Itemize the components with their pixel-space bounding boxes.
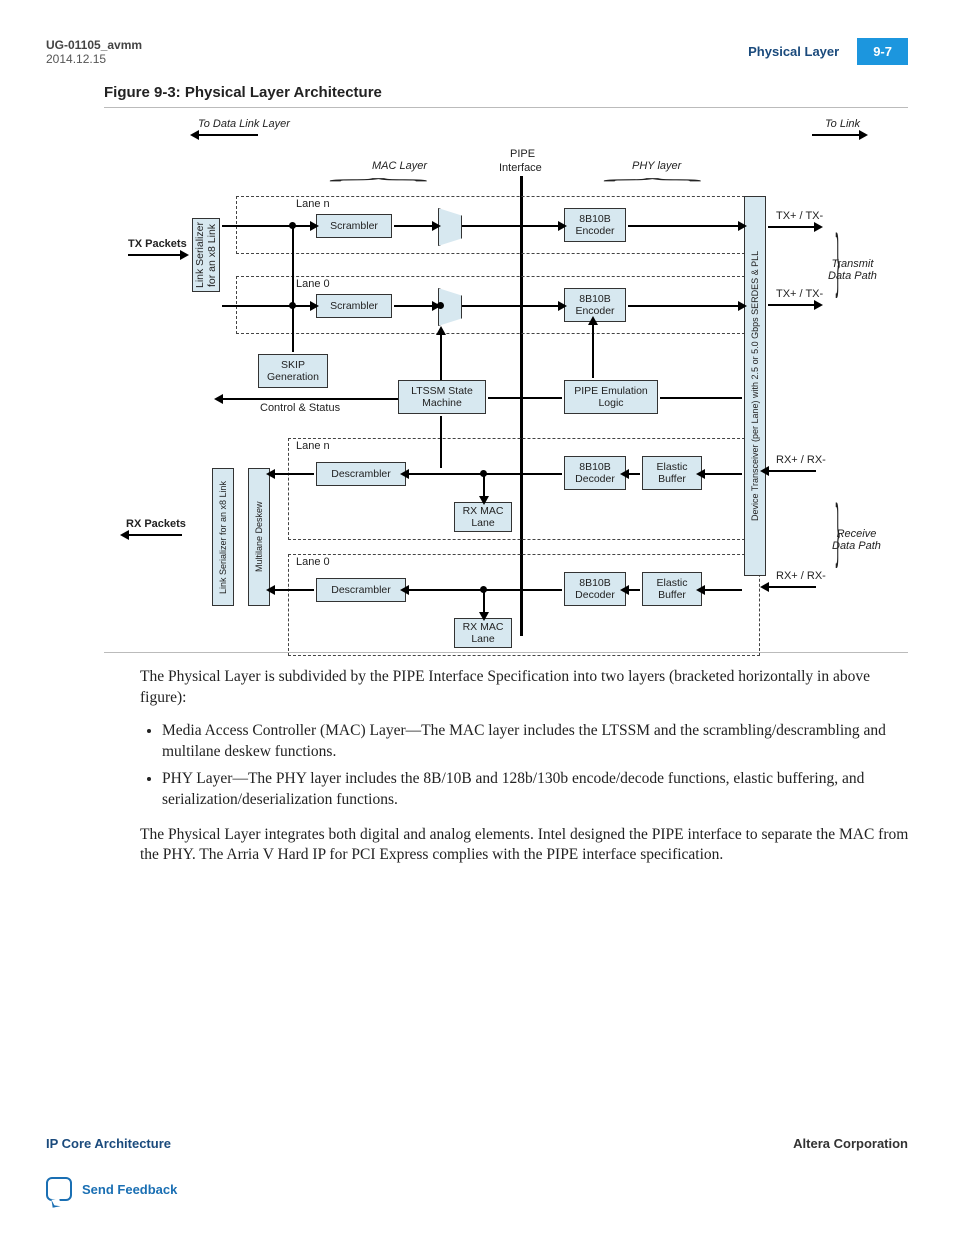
label-ctrl-status: Control & Status (260, 402, 340, 414)
box-pipe-emu: PIPE Emulation Logic (564, 380, 658, 414)
label-rx-packets: RX Packets (126, 518, 186, 530)
feedback-icon[interactable] (46, 1177, 72, 1201)
label-phy-layer: PHY layer (632, 160, 681, 172)
para-1: The Physical Layer is subdivided by the … (140, 667, 910, 709)
box-descrambler-n: Descrambler (316, 462, 406, 486)
bullet-2: PHY Layer—The PHY layer includes the 8B/… (162, 769, 910, 811)
label-rxp-0: RX+ / RX- (776, 570, 826, 582)
box-scrambler-0: Scrambler (316, 294, 392, 318)
send-feedback-link[interactable]: Send Feedback (82, 1182, 177, 1197)
label-txp-0: TX+ / TX- (776, 288, 823, 300)
label-to-dll: To Data Link Layer (198, 118, 290, 130)
box-8b10b-enc-n: 8B10B Encoder (564, 208, 626, 242)
label-pipe-if: Interface (499, 162, 542, 174)
label-mac-layer: MAC Layer (372, 160, 427, 172)
label-pipe: PIPE (510, 148, 535, 160)
brace-mac: ⏞ (328, 178, 429, 195)
box-skip-gen: SKIP Generation (258, 354, 328, 388)
label-lane-n-rx: Lane n (296, 440, 330, 452)
box-scrambler-n: Scrambler (316, 214, 392, 238)
figure-title: Figure 9-3: Physical Layer Architecture (104, 84, 908, 101)
box-8b10b-dec-0: 8B10B Decoder (564, 572, 626, 606)
bullet-1: Media Access Controller (MAC) Layer—The … (162, 721, 910, 763)
body-text: The Physical Layer is subdivided by the … (140, 667, 910, 866)
brace-phy: ⏞ (602, 178, 703, 195)
box-elastic-0: Elastic Buffer (642, 572, 702, 606)
box-rx-mac-n: RX MAC Lane (454, 502, 512, 532)
para-2: The Physical Layer integrates both digit… (140, 825, 910, 867)
label-lane-0-tx: Lane 0 (296, 278, 330, 290)
page-header: UG-01105_avmm 2014.12.15 Physical Layer … (46, 38, 908, 66)
page-number-badge: 9-7 (857, 38, 908, 65)
doc-id-block: UG-01105_avmm 2014.12.15 (46, 38, 142, 66)
doc-date: 2014.12.15 (46, 52, 142, 66)
rule-top (104, 107, 908, 108)
label-to-link: To Link (825, 118, 860, 130)
box-elastic-n: Elastic Buffer (642, 456, 702, 490)
label-rxp-n: RX+ / RX- (776, 454, 826, 466)
page-footer: IP Core Architecture Altera Corporation … (46, 1136, 908, 1201)
label-rx-path: Receive Data Path (832, 528, 881, 552)
footer-right: Altera Corporation (793, 1136, 908, 1151)
box-link-serializer-tx: Link Serializer for an x8 Link (192, 218, 220, 292)
section-label: Physical Layer (748, 44, 839, 59)
label-txp-n: TX+ / TX- (776, 210, 823, 222)
box-transceiver: Device Transceiver (per Lane) with 2.5 o… (744, 196, 766, 576)
header-right: Physical Layer 9-7 (748, 38, 908, 65)
box-link-serializer-rx: Link Serializer for an x8 Link (212, 468, 234, 606)
physical-layer-diagram: To Data Link Layer To Link MAC Layer PIP… (140, 118, 860, 648)
label-tx-packets: TX Packets (128, 238, 187, 250)
box-descrambler-0: Descrambler (316, 578, 406, 602)
footer-left: IP Core Architecture (46, 1136, 171, 1151)
doc-id: UG-01105_avmm (46, 38, 142, 52)
box-8b10b-dec-n: 8B10B Decoder (564, 456, 626, 490)
box-ltssm: LTSSM State Machine (398, 380, 486, 414)
label-lane-0-rx: Lane 0 (296, 556, 330, 568)
label-tx-path: Transmit Data Path (828, 258, 877, 282)
box-rx-mac-0: RX MAC Lane (454, 618, 512, 648)
label-lane-n-tx: Lane n (296, 198, 330, 210)
